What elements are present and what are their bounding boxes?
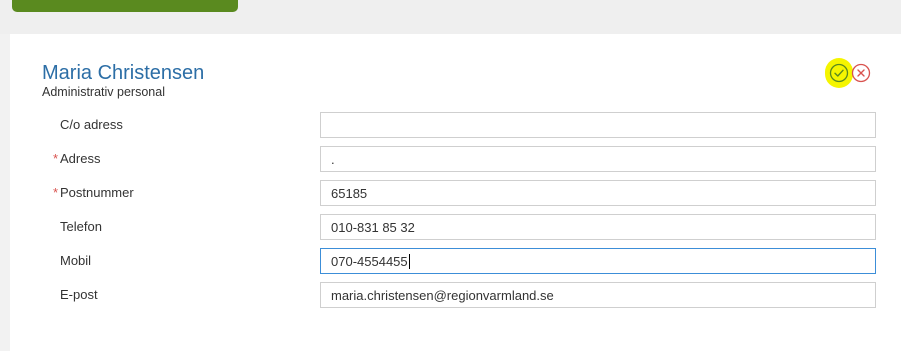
field-label: Adress [60, 151, 101, 166]
confirm-button[interactable] [829, 63, 849, 83]
field-label: Postnummer [60, 185, 134, 200]
address-input[interactable]: . [320, 146, 876, 172]
field-label: C/o adress [60, 117, 123, 132]
contact-form-card: Maria Christensen Administrativ personal… [10, 34, 901, 351]
form-row-postal-code: * Postnummer 65185 [10, 178, 901, 208]
cancel-button[interactable] [851, 63, 871, 83]
co-address-input[interactable] [320, 112, 876, 138]
mobile-input[interactable]: 070-4554455 [320, 248, 876, 274]
form-row-phone: Telefon 010-831 85 32 [10, 212, 901, 242]
field-label: Telefon [60, 219, 102, 234]
field-label: E-post [60, 287, 98, 302]
form-row-mobile: Mobil 070-4554455 [10, 246, 901, 276]
text-caret [408, 254, 410, 270]
form-row-co-address: C/o adress [10, 110, 901, 140]
check-circle-icon [829, 63, 849, 83]
mobile-input-value: 070-4554455 [331, 254, 408, 269]
email-input[interactable]: maria.christensen@regionvarmland.se [320, 282, 876, 308]
postal-code-input[interactable]: 65185 [320, 180, 876, 206]
required-marker: * [53, 185, 59, 200]
active-tab-indicator[interactable] [12, 0, 238, 12]
form-actions [825, 58, 885, 88]
field-label: Mobil [60, 253, 92, 268]
required-marker: * [53, 151, 59, 166]
phone-input[interactable]: 010-831 85 32 [320, 214, 876, 240]
person-name: Maria Christensen [42, 62, 205, 84]
form-row-email: E-post maria.christensen@regionvarmland.… [10, 280, 901, 310]
form-row-address: * Adress . [10, 144, 901, 174]
close-circle-icon [851, 63, 871, 83]
person-role: Administrativ personal [42, 85, 165, 99]
